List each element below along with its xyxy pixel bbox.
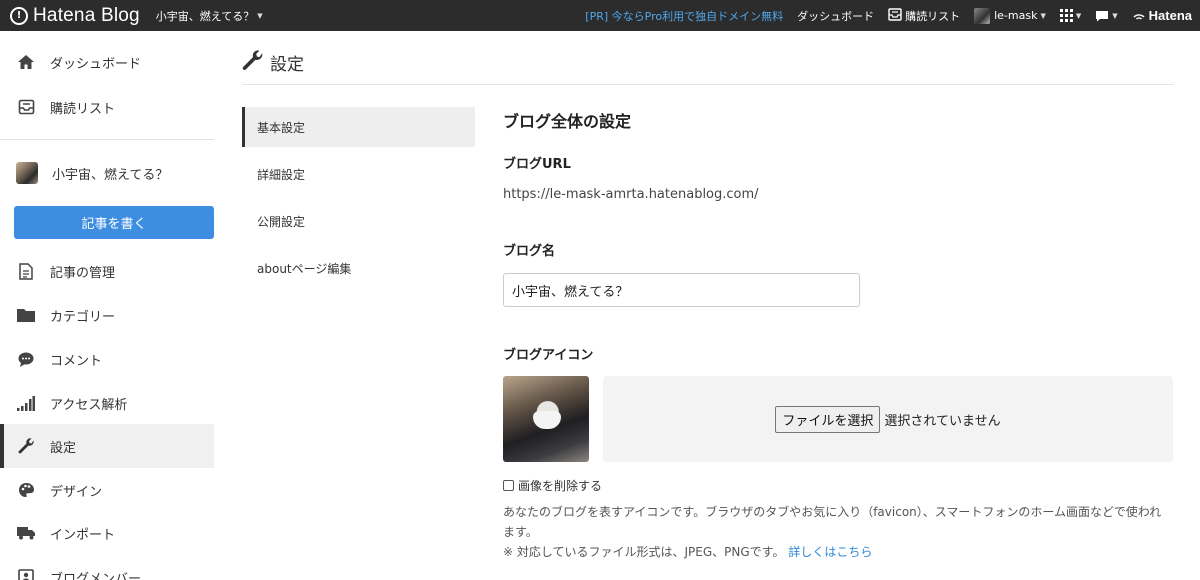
subnav-basic-settings[interactable]: 基本設定: [242, 107, 475, 147]
members-icon: [16, 567, 36, 580]
sidebar-item-categories[interactable]: カテゴリー: [0, 293, 214, 337]
sidebar-item-analytics[interactable]: アクセス解析: [0, 381, 214, 425]
hatena-blog-logo[interactable]: ! Hatena Blog: [10, 0, 140, 31]
file-upload-area[interactable]: ファイルを選択 選択されていません: [603, 376, 1173, 462]
write-post-button[interactable]: 記事を書く: [14, 206, 214, 239]
blog-url-value: https://le-mask-amrta.hatenablog.com/: [503, 187, 759, 202]
truck-icon: [16, 523, 36, 543]
icon-help-text: あなたのブログを表すアイコンです。ブラウザのタブやお気に入り（favicon）、…: [503, 505, 1162, 539]
palette-icon: [16, 480, 36, 500]
sidebar-item-label: 小宇宙、燃えてる？: [52, 167, 169, 183]
hatena-blog-mark-icon: !: [10, 6, 28, 25]
sidebar-item-label: コメント: [50, 353, 103, 369]
sidebar-item-comments[interactable]: コメント: [0, 337, 214, 381]
bar-chart-icon: [16, 393, 36, 413]
notifications-menu[interactable]: ▼: [1095, 10, 1118, 22]
mask-shape: [533, 411, 561, 429]
subnav-publish-settings[interactable]: 公開設定: [242, 201, 475, 241]
caret-down-icon: ▼: [1040, 11, 1046, 20]
blog-icon-label: ブログアイコン: [503, 348, 594, 363]
sidebar-divider: [0, 139, 214, 140]
sidebar-item-label: アクセス解析: [50, 397, 128, 413]
page-title: 設定: [270, 55, 304, 75]
wrench-icon: [16, 436, 36, 456]
caret-down-icon: ▼: [1075, 11, 1082, 20]
caret-down-icon: ▼: [257, 11, 263, 20]
user-avatar: [974, 7, 991, 24]
inbox-icon: [888, 7, 902, 24]
grid-icon: [1059, 9, 1073, 22]
reading-list-label: 購読リスト: [905, 9, 961, 23]
blog-avatar: [16, 162, 38, 184]
comment-icon: [16, 349, 36, 369]
sidebar-item-label: ダッシュボード: [50, 56, 142, 72]
blog-name-label: ブログ名: [503, 244, 556, 259]
sidebar-item-reading-list[interactable]: 購読リスト: [0, 85, 214, 129]
formats-text: ※ 対応しているファイル形式は、JPEG、PNGです。: [503, 545, 785, 559]
delete-image-option[interactable]: 画像を削除する: [503, 477, 602, 494]
sidebar-item-label: 購読リスト: [50, 101, 116, 117]
top-navigation-bar: ! Hatena Blog 小宇宙、燃えてる？ ▼ [PR] 今ならPro利用で…: [0, 0, 1200, 31]
sidebar-item-blog[interactable]: 小宇宙、燃えてる？: [0, 151, 214, 195]
caret-down-icon: ▼: [1112, 11, 1118, 20]
blog-url-label: ブログURL: [503, 157, 571, 172]
sidebar-item-label: デザイン: [50, 484, 103, 500]
sidebar: ダッシュボード 購読リスト 小宇宙、燃えてる？ 記事を書く 記事の管理 カテゴリ…: [0, 31, 214, 580]
subnav-about-page-edit[interactable]: aboutページ編集: [242, 248, 475, 288]
details-link[interactable]: 詳しくはこちら: [788, 545, 872, 559]
file-status-text: 選択されていません: [884, 413, 1001, 429]
sidebar-item-settings[interactable]: 設定: [0, 424, 214, 468]
inbox-icon: [16, 97, 36, 117]
settings-subnav: 基本設定 詳細設定 公開設定 aboutページ編集: [242, 107, 475, 295]
top-right-menu: [PR] 今ならPro利用で独自ドメイン無料 ダッシュボード 購読リスト le-…: [571, 0, 1192, 31]
blog-icon-preview: [503, 376, 589, 462]
sidebar-item-label: 設定: [50, 440, 77, 456]
delete-image-label: 画像を削除する: [518, 479, 603, 493]
dashboard-link[interactable]: ダッシュボード: [797, 8, 874, 24]
blog-switcher-label: 小宇宙、燃えてる？: [155, 9, 255, 23]
sidebar-item-manage-posts[interactable]: 記事の管理: [0, 249, 214, 293]
hatena-signal-icon: [1133, 13, 1145, 20]
blog-switcher[interactable]: 小宇宙、燃えてる？ ▼: [156, 8, 263, 24]
blog-name-input[interactable]: [503, 273, 860, 307]
apps-menu[interactable]: ▼: [1059, 9, 1082, 22]
home-icon: [16, 52, 36, 72]
folder-icon: [16, 305, 36, 325]
user-menu[interactable]: le-mask ▼: [974, 7, 1046, 24]
speech-bubble-icon: [1096, 10, 1109, 21]
sidebar-item-dashboard[interactable]: ダッシュボード: [0, 40, 214, 84]
reading-list-link[interactable]: 購読リスト: [888, 7, 961, 24]
sidebar-item-members[interactable]: ブログメンバー: [0, 555, 214, 580]
subnav-advanced-settings[interactable]: 詳細設定: [242, 154, 475, 194]
sidebar-item-label: カテゴリー: [50, 309, 116, 325]
file-format-note: ※ 対応しているファイル形式は、JPEG、PNGです。 詳しくはこちら: [503, 542, 1173, 562]
help-text-block: あなたのブログを表すアイコンです。ブラウザのタブやお気に入り（favicon）、…: [503, 502, 1173, 562]
page-header: 設定: [242, 50, 1174, 85]
user-name: le-mask: [994, 9, 1038, 22]
section-title: ブログ全体の設定: [503, 112, 632, 131]
hatena-logo-text: Hatena: [1148, 8, 1192, 23]
choose-file-button[interactable]: ファイルを選択: [775, 405, 881, 433]
document-icon: [16, 261, 36, 281]
sidebar-item-import[interactable]: インポート: [0, 511, 214, 555]
sidebar-item-label: ブログメンバー: [50, 571, 142, 580]
delete-image-checkbox[interactable]: [503, 480, 514, 491]
sidebar-item-design[interactable]: デザイン: [0, 468, 214, 512]
pr-link[interactable]: [PR] 今ならPro利用で独自ドメイン無料: [585, 8, 783, 24]
hatena-link[interactable]: Hatena: [1132, 8, 1192, 23]
sidebar-item-label: 記事の管理: [50, 265, 116, 281]
sidebar-item-label: インポート: [50, 527, 116, 543]
wrench-icon: [242, 50, 264, 77]
brand-text: Hatena Blog: [33, 4, 140, 26]
